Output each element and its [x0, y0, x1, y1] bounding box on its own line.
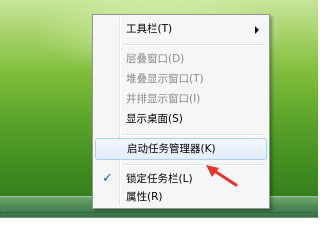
menu-item-label: 层叠窗口(D) [126, 53, 185, 65]
menu-item-label: 并排显示窗口(I) [126, 93, 201, 105]
red-arrow-icon [206, 165, 238, 187]
menu-item-toolbars[interactable]: 工具栏(T) [95, 19, 267, 41]
menu-item-label: 显示桌面(S) [126, 113, 183, 125]
menu-item-side-by-side-windows[interactable]: 并排显示窗口(I) [95, 89, 267, 111]
menu-item-label: 堆叠显示窗口(T) [126, 73, 204, 85]
menu-item-stack-windows[interactable]: 堆叠显示窗口(T) [95, 69, 267, 91]
menu-separator [123, 134, 265, 136]
menu-item-cascade-windows[interactable]: 层叠窗口(D) [95, 49, 267, 71]
menu-item-start-task-manager[interactable]: 启动任务管理器(K) [95, 138, 267, 160]
checkmark-icon: ✓ [102, 171, 113, 186]
menu-item-label: 属性(R) [126, 191, 163, 203]
menu-item-label: 锁定任务栏(L) [126, 173, 193, 185]
menu-item-label: 启动任务管理器(K) [127, 143, 216, 155]
menu-item-show-desktop[interactable]: 显示桌面(S) [95, 109, 267, 131]
menu-item-label: 工具栏(T) [126, 23, 173, 35]
taskbar-edge [0, 212, 318, 213]
submenu-arrow-icon [255, 26, 259, 34]
menu-separator [123, 44, 265, 46]
